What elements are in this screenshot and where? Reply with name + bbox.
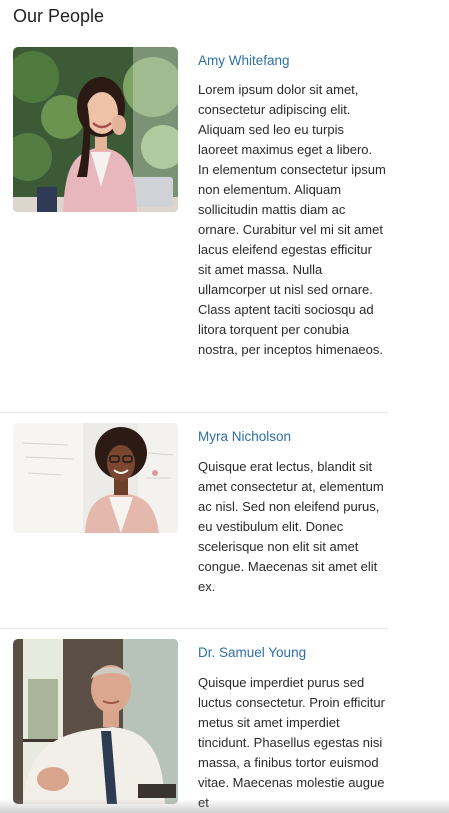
person-name-link[interactable]: Dr. Samuel Young [198, 645, 306, 660]
divider [0, 412, 388, 413]
person-photo[interactable] [13, 423, 178, 533]
person-bio: Quisque erat lectus, blandit sit amet co… [198, 459, 384, 594]
scroll-shadow [0, 799, 449, 813]
person-photo[interactable] [13, 639, 178, 804]
person-name-link[interactable]: Amy Whitefang [198, 53, 290, 68]
divider [0, 628, 388, 629]
person-photo[interactable] [13, 47, 178, 212]
person-bio: Quisque imperdiet purus sed luctus conse… [198, 675, 385, 810]
page-title: Our People [13, 6, 105, 26]
person-bio: Lorem ipsum dolor sit amet, consectetur … [198, 82, 386, 357]
person-name-link[interactable]: Myra Nicholson [198, 429, 291, 444]
